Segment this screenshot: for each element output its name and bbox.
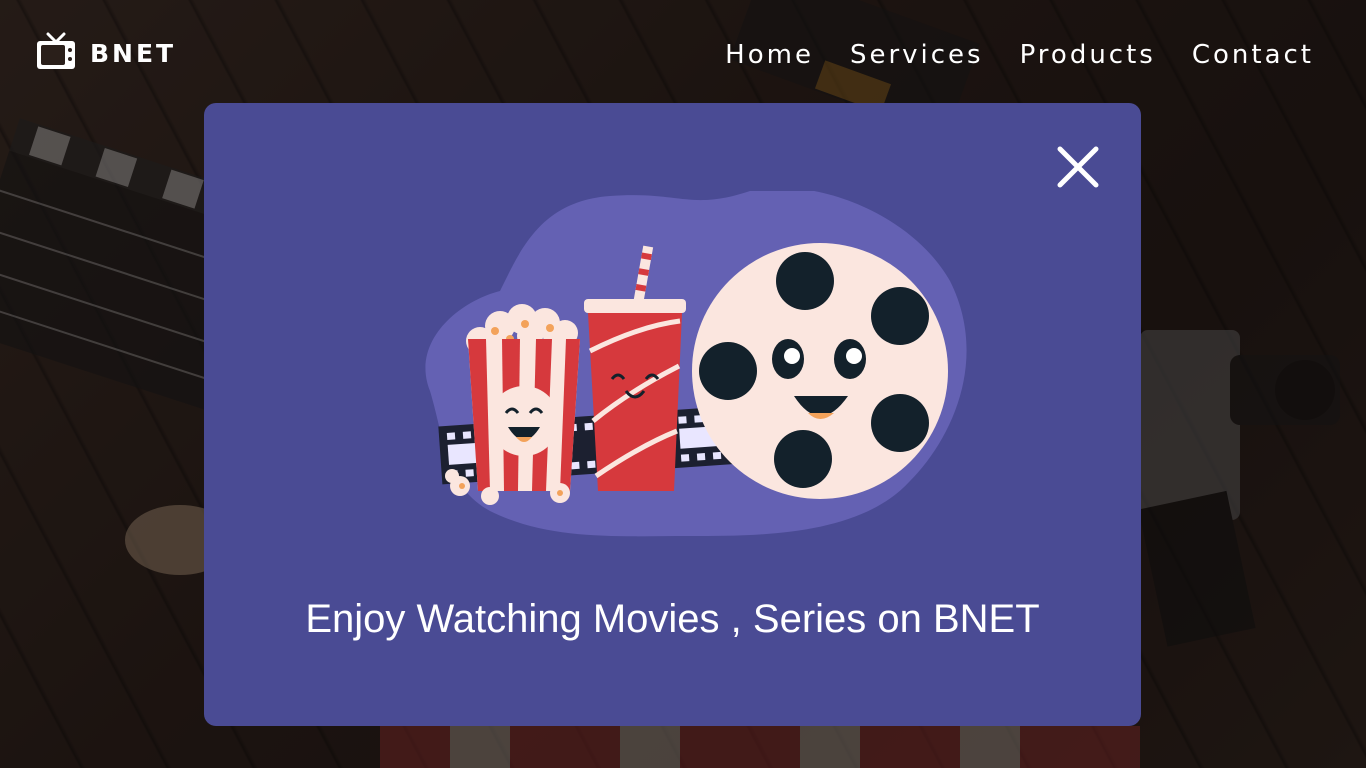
popcorn-soda-film-reel-illustration — [425, 191, 967, 537]
nav-products[interactable]: Products — [1020, 40, 1156, 70]
nav-contact[interactable]: Contact — [1192, 40, 1314, 70]
film-reel — [692, 243, 948, 499]
close-button[interactable] — [1056, 145, 1100, 189]
promo-modal: Enjoy Watching Movies , Series on BNET — [204, 103, 1141, 726]
tv-icon — [36, 32, 76, 74]
modal-title: Enjoy Watching Movies , Series on BNET — [305, 597, 1040, 641]
nav-services[interactable]: Services — [850, 40, 984, 70]
close-icon — [1057, 146, 1099, 188]
nav-home[interactable]: Home — [725, 40, 814, 70]
main-nav: Home Services Products Contact — [725, 40, 1314, 70]
brand-logo[interactable]: BNET — [36, 32, 176, 74]
brand-name: BNET — [90, 38, 177, 68]
